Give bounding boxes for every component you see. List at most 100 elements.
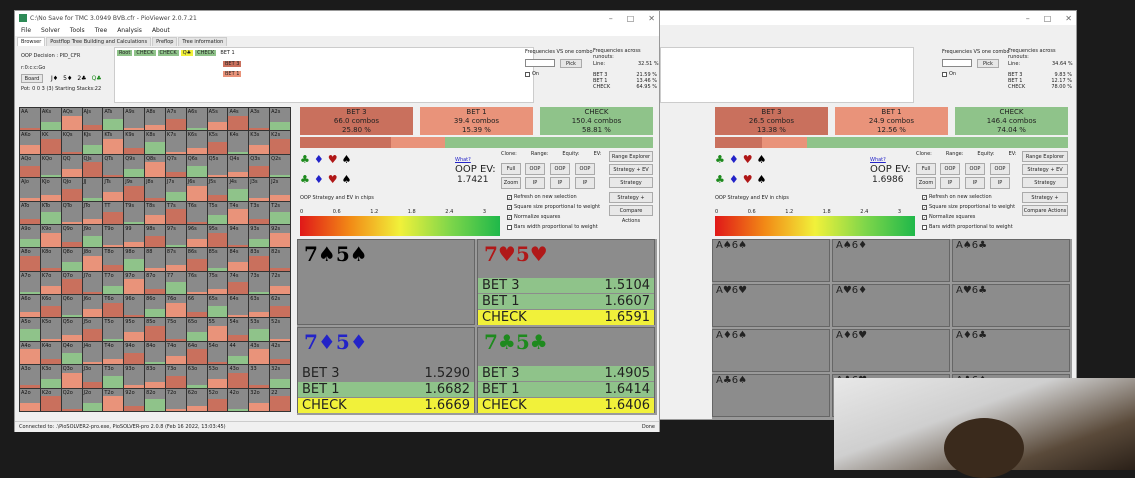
equity-oop-button[interactable]: OOP (550, 163, 570, 175)
full-button[interactable]: Full (916, 163, 936, 175)
equity-ip-button[interactable]: IP (965, 177, 985, 189)
strategy-ev-button[interactable]: Strategy + EV (1022, 164, 1068, 175)
hand-cell[interactable]: 74o (165, 341, 186, 365)
hand-cell[interactable]: JJ (82, 178, 103, 201)
hand-cell[interactable]: J3s (249, 178, 270, 201)
hand-cell[interactable]: T3o (103, 365, 124, 388)
combo-input[interactable] (525, 59, 555, 67)
hand-cell[interactable]: T6o (103, 295, 124, 318)
strategy-reach-button[interactable]: Strategy + Reach (1022, 192, 1068, 211)
hand-cell[interactable]: 92o (124, 388, 145, 411)
strategy-button[interactable]: Strategy (609, 177, 653, 188)
hand-cell[interactable]: J8s (145, 178, 165, 201)
what-link[interactable]: What? (455, 157, 471, 163)
hand-cell[interactable]: 53o (207, 365, 228, 388)
hand-cell[interactable]: 76s (186, 271, 207, 295)
square-size-checkbox[interactable]: ✓ Square size proportional to weight (507, 204, 600, 210)
menu-solver[interactable]: Solver (41, 27, 60, 34)
hand-cell[interactable]: K7s (165, 131, 186, 154)
hand-cell[interactable]: QQ (61, 154, 82, 178)
ev-oop-button[interactable]: OOP (990, 163, 1010, 175)
hand-cell[interactable]: T7s (165, 201, 186, 224)
hand-cell[interactable]: T8o (103, 248, 124, 271)
tab-postflop[interactable]: Postflop Tree Building and Calculations (46, 37, 152, 46)
hand-cell[interactable]: 97o (124, 271, 145, 295)
hand-cell[interactable]: 54o (207, 341, 228, 365)
hand-cell[interactable]: 99 (124, 224, 145, 248)
hand-cell[interactable]: Q2o (61, 388, 82, 411)
menu-tree[interactable]: Tree (95, 27, 108, 34)
hand-cell[interactable]: JTs (103, 178, 124, 201)
hand-cell[interactable]: AJo (20, 178, 40, 201)
hand-cell[interactable]: 87o (145, 271, 165, 295)
action-box-bet3[interactable]: BET 3 26.5 combos 13.38 % (715, 107, 828, 135)
close-icon[interactable]: ✕ (648, 14, 655, 23)
hand-cell[interactable]: Q2s (270, 154, 290, 178)
normalize-checkbox[interactable]: ✓ Normalize squares (922, 214, 975, 220)
hand-cell[interactable]: Q4o (61, 341, 82, 365)
heart-icon[interactable]: ♥ (328, 173, 338, 186)
hand-cell[interactable]: 84s (228, 248, 249, 271)
hand-cell[interactable]: 83s (249, 248, 270, 271)
action-box-check[interactable]: CHECK 150.4 combos 58.81 % (540, 107, 653, 135)
full-button[interactable]: Full (501, 163, 521, 175)
hand-cell[interactable]: A8s (145, 108, 165, 131)
hand-cell[interactable]: 96o (124, 295, 145, 318)
refresh-checkbox[interactable]: ✓ Refresh on new selection (507, 194, 577, 200)
hand-cell[interactable]: T7o (103, 271, 124, 295)
club-icon[interactable]: ♣ (715, 153, 725, 166)
hand-cell[interactable]: 62o (186, 388, 207, 411)
runout-cell[interactable]: A♦6♥ (832, 329, 950, 372)
action-box-bet1[interactable]: BET 1 39.4 combos 15.39 % (420, 107, 533, 135)
hand-cell[interactable]: A9o (20, 224, 40, 248)
hand-cell[interactable]: KTs (103, 131, 124, 154)
hand-cell[interactable]: A3o (20, 365, 40, 388)
hand-cell[interactable]: 55 (207, 318, 228, 341)
ev-ip-button[interactable]: IP (575, 177, 595, 189)
hand-cell[interactable]: J9s (124, 178, 145, 201)
hand-cell[interactable]: QJo (61, 178, 82, 201)
spade-icon[interactable]: ♠ (342, 153, 352, 166)
tab-tree-info[interactable]: Tree information (178, 37, 228, 46)
hand-cell[interactable]: J9o (82, 224, 103, 248)
hand-cell[interactable]: KTo (40, 201, 61, 224)
minimize-icon[interactable]: – (1026, 14, 1030, 23)
hand-cell[interactable]: 76o (165, 295, 186, 318)
hand-cell[interactable]: ATo (20, 201, 40, 224)
hand-cell[interactable]: K5s (207, 131, 228, 154)
close-icon[interactable]: ✕ (1065, 14, 1072, 23)
tree-node[interactable]: CHECK (157, 50, 179, 56)
hand-cell[interactable]: K3s (249, 131, 270, 154)
hand-cell[interactable]: 92s (270, 224, 290, 248)
hand-cell[interactable]: K8o (40, 248, 61, 271)
hand-cell[interactable]: 87s (165, 248, 186, 271)
hand-cell[interactable]: KQs (61, 131, 82, 154)
hand-cell[interactable]: A4o (20, 341, 40, 365)
hand-cell[interactable]: 82s (270, 248, 290, 271)
equity-oop-button[interactable]: OOP (965, 163, 985, 175)
tree-child-bet3[interactable]: BET 3 (223, 61, 242, 67)
hand-cell[interactable]: Q8s (145, 154, 165, 178)
zoom-button[interactable]: Zoom (501, 177, 521, 189)
hand-cell[interactable]: K3o (40, 365, 61, 388)
hand-cell[interactable]: K4s (228, 131, 249, 154)
hand-cell[interactable]: J4s (228, 178, 249, 201)
hand-cell[interactable]: 85o (145, 318, 165, 341)
hand-cell[interactable]: T5s (207, 201, 228, 224)
hand-cell[interactable]: 82o (145, 388, 165, 411)
hand-cell[interactable]: 42s (270, 341, 290, 365)
hand-cell[interactable]: K8s (145, 131, 165, 154)
hand-cell[interactable]: K6s (186, 131, 207, 154)
hand-cell[interactable]: Q4s (228, 154, 249, 178)
hand-cell[interactable]: K5o (40, 318, 61, 341)
tree-node[interactable]: CHECK (134, 50, 156, 56)
tab-preflop[interactable]: Preflop (152, 37, 178, 46)
tree-node-root[interactable]: Root (117, 50, 133, 56)
menu-about[interactable]: About (152, 27, 170, 34)
hand-cell[interactable]: T2s (270, 201, 290, 224)
club-icon[interactable]: ♣ (715, 173, 725, 186)
hand-cell[interactable]: 64o (186, 341, 207, 365)
runout-cell[interactable]: 7♠5♠ (297, 239, 475, 325)
strategy-reach-button[interactable]: Strategy + Reach (609, 192, 653, 211)
hand-cell[interactable]: T5o (103, 318, 124, 341)
